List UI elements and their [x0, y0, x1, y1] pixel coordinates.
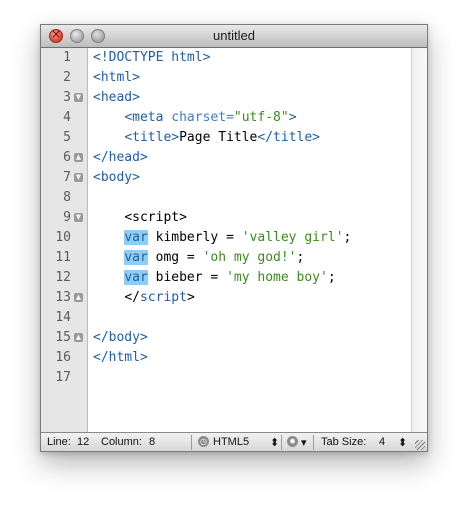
line-number: 9 [63, 210, 71, 225]
text-token: omg = [147, 250, 203, 265]
fold-end-icon[interactable]: ▲ [74, 153, 83, 162]
script-open-token: <script> [124, 210, 187, 225]
editor-window: untitled 1 2 3 ▼ 4 5 6 ▲ 7 ▼ 8 9 ▼ 10 11… [40, 24, 428, 452]
language-updown-icon[interactable]: ⬍ [270, 436, 279, 449]
status-divider [313, 435, 314, 450]
vertical-scrollbar[interactable] [411, 48, 427, 432]
line-number: 3 [63, 90, 71, 105]
code-line: <html> [93, 68, 140, 88]
tag-token: <meta [124, 110, 164, 125]
text-token: kimberly = [147, 230, 242, 245]
text-token: ; [343, 230, 352, 245]
tag-token: > [288, 110, 297, 125]
fold-collapse-icon[interactable]: ▼ [74, 93, 83, 102]
string-token: "utf-8" [233, 110, 289, 125]
text-token: > [186, 290, 195, 305]
code-line: <title>Page Title</title> [93, 128, 320, 148]
language-select[interactable]: HTML5 [213, 436, 249, 448]
text-token: </ [124, 290, 140, 305]
fold-end-icon[interactable]: ▲ [74, 333, 83, 342]
line-number: 12 [55, 270, 71, 285]
line-number: 14 [55, 310, 71, 325]
line-number: 6 [63, 150, 71, 165]
tag-token: </body> [93, 330, 148, 345]
title-bar[interactable]: untitled [41, 25, 427, 48]
gear-icon[interactable]: ✹ [287, 436, 298, 447]
code-line: </html> [93, 348, 148, 368]
tab-size-updown-icon[interactable]: ⬍ [398, 436, 407, 449]
line-number-gutter: 1 2 3 ▼ 4 5 6 ▲ 7 ▼ 8 9 ▼ 10 11 12 13 ▲ … [41, 48, 88, 432]
string-token: 'valley girl' [241, 230, 344, 245]
text-token: Page Title [179, 130, 258, 145]
text-token: ; [327, 270, 336, 285]
line-number: 16 [55, 350, 71, 365]
tag-token: <head> [93, 90, 140, 105]
string-token: 'my home boy' [226, 270, 328, 285]
tag-token: <title> [124, 130, 180, 145]
text-token: bieber = [147, 270, 227, 285]
line-number: 10 [55, 230, 71, 245]
line-number: 15 [55, 330, 71, 345]
code-line: </head> [93, 148, 148, 168]
tag-token: <html> [93, 70, 140, 85]
line-number: 1 [63, 50, 71, 65]
code-line: var omg = 'oh my god!'; [93, 248, 304, 268]
code-line: <!DOCTYPE html> [93, 48, 210, 68]
keyword-token: var [124, 270, 148, 285]
language-icon: ◷ [198, 436, 209, 447]
column-label: Column: [101, 436, 142, 448]
status-divider [281, 435, 282, 450]
tag-token: script [139, 290, 187, 305]
gear-dropdown-icon[interactable]: ▾ [301, 436, 307, 449]
code-line: <meta charset="utf-8"> [93, 108, 297, 128]
line-label: Line: [47, 436, 71, 448]
code-line: <script> [93, 208, 187, 228]
code-line: var kimberly = 'valley girl'; [93, 228, 351, 248]
code-line: <body> [93, 168, 140, 188]
line-number: 8 [63, 190, 71, 205]
keyword-token: var [124, 250, 148, 265]
string-token: 'oh my god!' [202, 250, 297, 265]
line-number: 5 [63, 130, 71, 145]
line-number: 7 [63, 170, 71, 185]
tag-token: </title> [257, 130, 321, 145]
code-editor[interactable]: <!DOCTYPE html> <html> <head> <meta char… [88, 48, 410, 432]
line-number: 13 [55, 290, 71, 305]
fold-end-icon[interactable]: ▲ [74, 293, 83, 302]
window-title: untitled [213, 28, 255, 43]
text-token: ; [296, 250, 305, 265]
code-line: </body> [93, 328, 148, 348]
status-bar: Line: 12 Column: 8 ◷ HTML5 ⬍ ✹ ▾ Tab Siz… [41, 432, 427, 451]
code-line: var bieber = 'my home boy'; [93, 268, 336, 288]
line-number: 2 [63, 70, 71, 85]
tag-token: </head> [93, 150, 148, 165]
fold-collapse-icon[interactable]: ▼ [74, 173, 83, 182]
tag-token: <body> [93, 170, 140, 185]
tab-size-value[interactable]: 4 [379, 436, 385, 448]
tab-size-label: Tab Size: [321, 436, 367, 448]
column-value: 8 [149, 436, 156, 448]
status-divider [191, 435, 192, 450]
line-number: 17 [55, 370, 71, 385]
fold-collapse-icon[interactable]: ▼ [74, 213, 83, 222]
line-number: 11 [55, 250, 71, 265]
tag-token: </html> [93, 350, 148, 365]
attribute-token: charset= [163, 110, 234, 125]
line-value: 12 [77, 436, 90, 448]
keyword-token: var [124, 230, 148, 245]
doctype-token: <!DOCTYPE html> [93, 50, 211, 65]
code-line: <head> [93, 88, 140, 108]
line-number: 4 [63, 110, 71, 125]
resize-grip-icon[interactable] [415, 440, 425, 450]
code-line: </script> [93, 288, 195, 308]
